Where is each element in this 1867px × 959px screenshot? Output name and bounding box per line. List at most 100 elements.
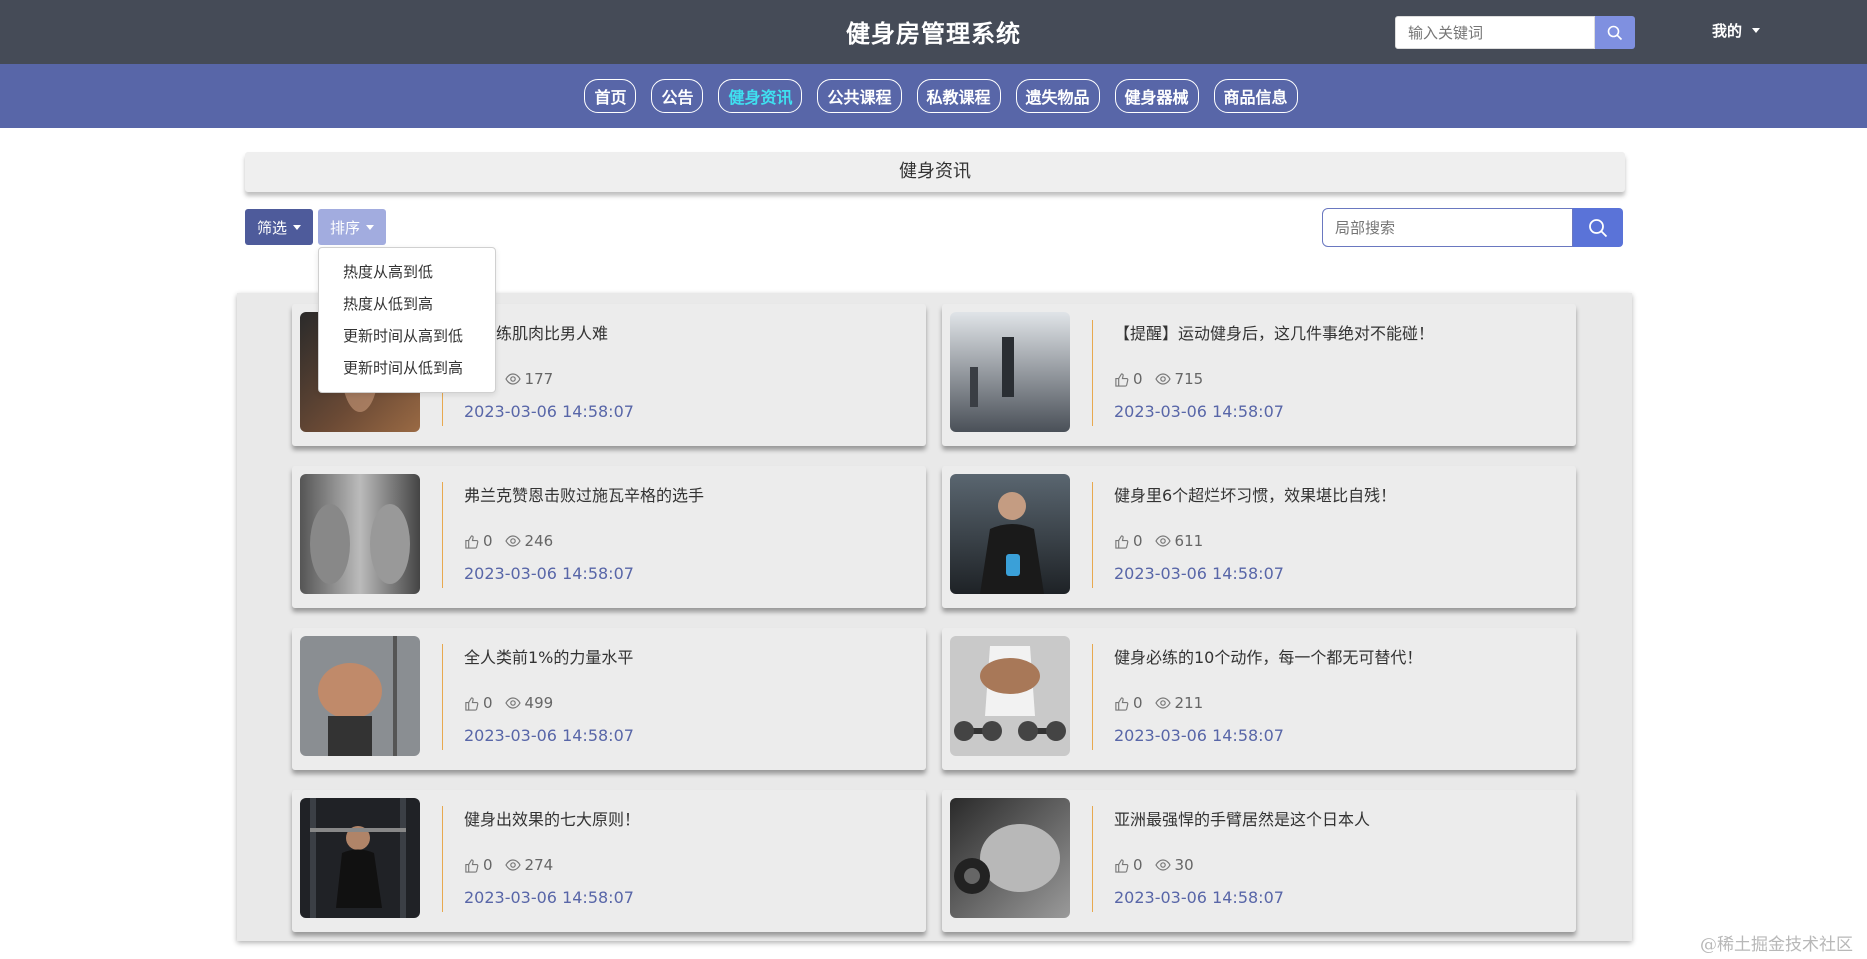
thumbs-up-icon [1115, 858, 1129, 873]
article-date: 2023-03-06 14:58:07 [1114, 726, 1284, 745]
article-date: 2023-03-06 14:58:07 [464, 726, 634, 745]
sort-button[interactable]: 排序 [318, 209, 386, 245]
like-count: 0 [483, 694, 493, 712]
article-thumbnail[interactable] [300, 474, 420, 594]
article-card[interactable]: 亚洲最强悍的手臂居然是这个日本人 0 30 2023-03-06 14:58:0… [942, 790, 1576, 932]
eye-icon [1154, 373, 1171, 385]
article-thumbnail[interactable] [300, 636, 420, 756]
article-stats: 0 246 [464, 532, 553, 550]
eye-icon [1154, 535, 1171, 547]
like-stat[interactable]: 0 [464, 856, 493, 874]
search-icon [1607, 25, 1623, 40]
local-search [1322, 208, 1623, 247]
top-header: 健身房管理系统 我的 [0, 0, 1867, 64]
article-thumbnail[interactable] [950, 312, 1070, 432]
sort-option-time-desc[interactable]: 更新时间从高到低 [319, 320, 495, 352]
nav-item-equipment[interactable]: 健身器械 [1114, 79, 1199, 113]
article-thumbnail[interactable] [950, 636, 1070, 756]
sort-option-hot-asc[interactable]: 热度从低到高 [319, 288, 495, 320]
like-count: 0 [483, 856, 493, 874]
card-divider [442, 806, 443, 912]
article-title[interactable]: 【提醒】运动健身后，这几件事绝对不能碰！ [1114, 320, 1434, 344]
article-stats: 0 715 [1114, 370, 1203, 388]
nav-item-public-courses[interactable]: 公共课程 [817, 79, 902, 113]
thumbs-up-icon [1115, 534, 1129, 549]
card-divider [442, 482, 443, 588]
search-icon [1589, 218, 1608, 237]
main-nav: 首页 公告 健身资讯 公共课程 私教课程 遗失物品 健身器械 商品信息 [0, 64, 1867, 128]
article-title[interactable]: 健身必练的10个动作，每一个都无可替代！ [1114, 644, 1422, 668]
user-menu[interactable]: 我的 [1712, 20, 1761, 41]
top-search-button[interactable] [1595, 16, 1635, 49]
article-card[interactable]: 健身必练的10个动作，每一个都无可替代！ 0 211 2023-03-06 14… [942, 628, 1576, 770]
article-title[interactable]: 健身里6个超烂坏习惯，效果堪比自残！ [1114, 482, 1396, 506]
view-stat: 611 [1154, 532, 1203, 550]
view-stat: 211 [1154, 694, 1204, 712]
view-stat: 274 [504, 856, 554, 874]
article-title[interactable]: 健身出效果的七大原则！ [464, 806, 640, 830]
article-stats: 0 211 [1114, 694, 1203, 712]
article-thumbnail[interactable] [950, 474, 1070, 594]
like-stat[interactable]: 0 [1114, 370, 1143, 388]
local-search-button[interactable] [1573, 208, 1623, 247]
view-stat: 715 [1154, 370, 1203, 388]
local-search-input[interactable] [1322, 208, 1573, 247]
view-count: 30 [1174, 856, 1194, 874]
article-card[interactable]: 健身出效果的七大原则！ 0 274 2023-03-06 14:58:07 [292, 790, 926, 932]
card-divider [1092, 482, 1093, 588]
nav-item-private-courses[interactable]: 私教课程 [916, 79, 1001, 113]
top-search [1395, 16, 1635, 49]
filter-button[interactable]: 筛选 [245, 209, 313, 245]
thumbs-up-icon [1115, 696, 1129, 711]
article-title[interactable]: 弗兰克赞恩击败过施瓦辛格的选手 [464, 482, 704, 506]
article-stats: 0 274 [464, 856, 553, 874]
nav-item-lost-items[interactable]: 遗失物品 [1015, 79, 1100, 113]
card-divider [1092, 320, 1093, 426]
like-stat[interactable]: 0 [464, 694, 493, 712]
sort-label: 排序 [329, 218, 360, 237]
card-divider [1092, 644, 1093, 750]
article-date: 2023-03-06 14:58:07 [464, 888, 634, 907]
article-date: 2023-03-06 14:58:07 [464, 564, 634, 583]
article-card[interactable]: 弗兰克赞恩击败过施瓦辛格的选手 0 246 2023-03-06 14:58:0… [292, 466, 926, 608]
like-stat[interactable]: 0 [1114, 694, 1143, 712]
view-count: 499 [524, 694, 554, 712]
thumbs-up-icon [1115, 372, 1129, 387]
eye-icon [504, 373, 521, 385]
nav-item-notices[interactable]: 公告 [651, 79, 704, 113]
like-count: 0 [1133, 694, 1143, 712]
article-date: 2023-03-06 14:58:07 [1114, 402, 1284, 421]
sort-option-time-asc[interactable]: 更新时间从低到高 [319, 352, 495, 384]
view-count: 177 [524, 370, 554, 388]
view-stat: 499 [504, 694, 554, 712]
article-title[interactable]: 亚洲最强悍的手臂居然是这个日本人 [1114, 806, 1370, 830]
view-count: 211 [1174, 694, 1204, 712]
watermark: @稀土掘金技术社区 [1700, 935, 1853, 955]
article-card[interactable]: 【提醒】运动健身后，这几件事绝对不能碰！ 0 715 2023-03-06 14… [942, 304, 1576, 446]
like-count: 0 [1133, 532, 1143, 550]
nav-item-products[interactable]: 商品信息 [1213, 79, 1298, 113]
top-search-input[interactable] [1395, 16, 1595, 49]
user-menu-label: 我的 [1712, 22, 1743, 40]
eye-icon [504, 535, 521, 547]
article-title[interactable]: 全人类前1%的力量水平 [464, 644, 633, 668]
article-thumbnail[interactable] [300, 798, 420, 918]
article-card[interactable]: 健身里6个超烂坏习惯，效果堪比自残！ 0 611 2023-03-06 14:5… [942, 466, 1576, 608]
like-stat[interactable]: 0 [1114, 856, 1143, 874]
view-count: 274 [524, 856, 554, 874]
nav-item-fitness-news[interactable]: 健身资讯 [718, 79, 803, 113]
eye-icon [504, 697, 521, 709]
view-count: 246 [524, 532, 554, 550]
view-stat: 30 [1154, 856, 1194, 874]
article-thumbnail[interactable] [950, 798, 1070, 918]
like-stat[interactable]: 0 [1114, 532, 1143, 550]
article-stats: 0 30 [1114, 856, 1194, 874]
article-date: 2023-03-06 14:58:07 [464, 402, 634, 421]
chevron-down-icon [1752, 28, 1761, 33]
nav-item-home[interactable]: 首页 [584, 79, 637, 113]
article-card[interactable]: 全人类前1%的力量水平 0 499 2023-03-06 14:58:07 [292, 628, 926, 770]
article-date: 2023-03-06 14:58:07 [1114, 564, 1284, 583]
like-stat[interactable]: 0 [464, 532, 493, 550]
view-stat: 246 [504, 532, 554, 550]
sort-option-hot-desc[interactable]: 热度从高到低 [319, 256, 495, 288]
